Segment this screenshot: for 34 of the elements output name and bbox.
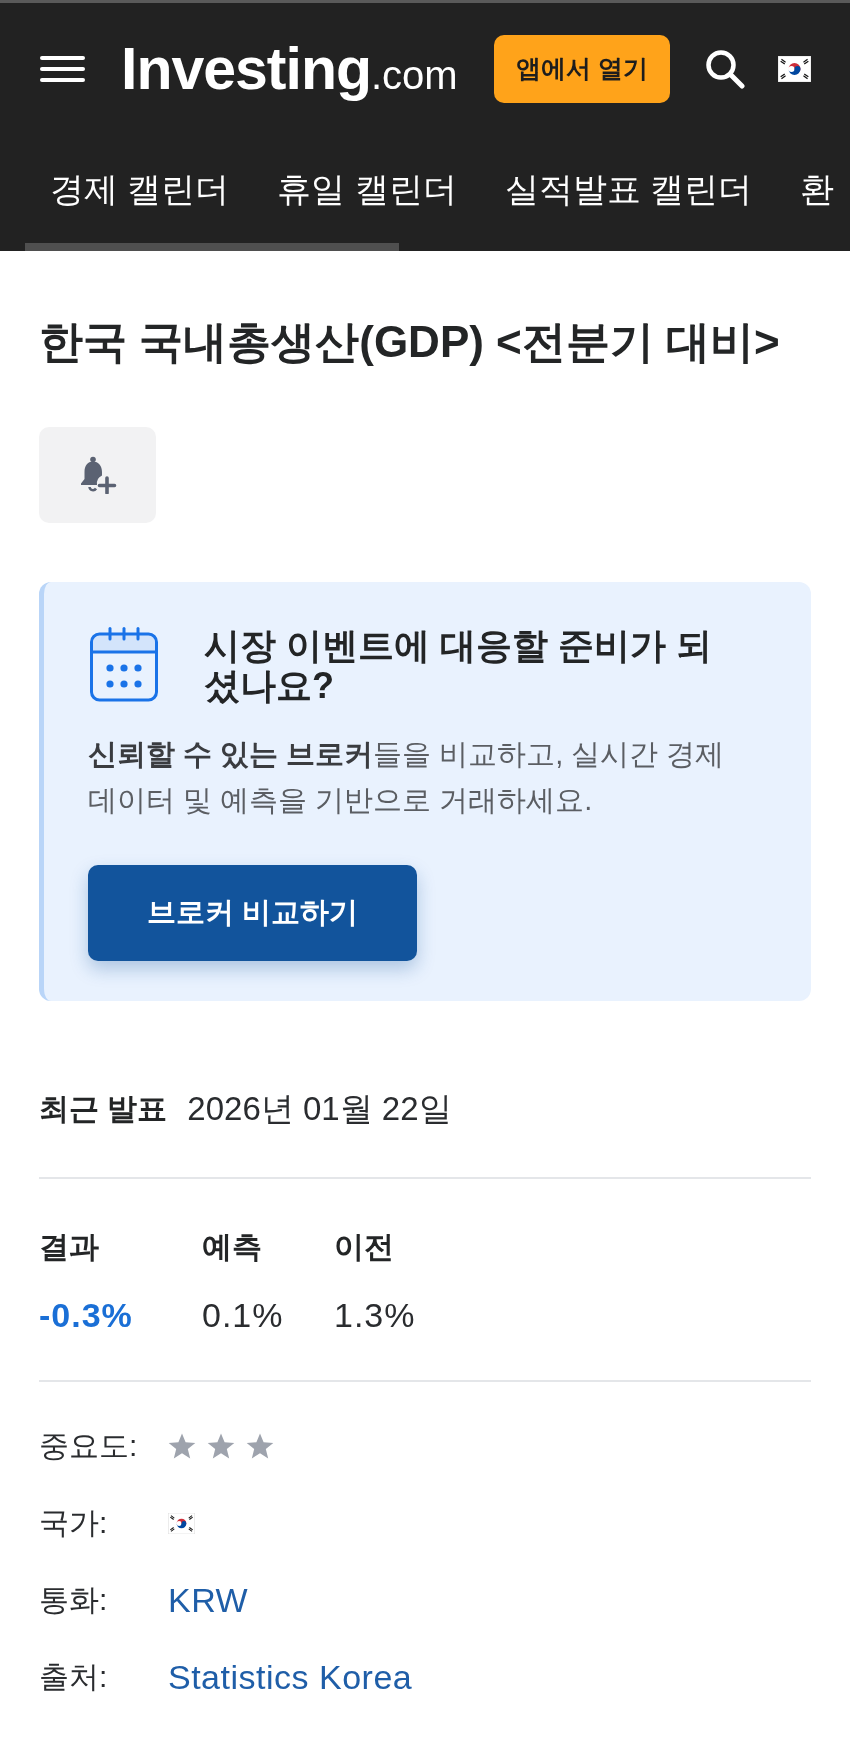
star-icon xyxy=(246,1432,274,1460)
figure-value: 0.1% xyxy=(202,1295,285,1335)
star-icon xyxy=(207,1432,235,1460)
add-alert-button[interactable] xyxy=(39,427,156,523)
open-app-button[interactable]: 앱에서 열기 xyxy=(494,35,670,103)
detail-link[interactable]: KRW xyxy=(168,1580,249,1620)
figure-value: -0.3% xyxy=(39,1295,134,1335)
nav-tab[interactable]: 휴일 캘린더 xyxy=(277,168,457,210)
flag-icon[interactable] xyxy=(778,56,811,82)
detail-link[interactable]: Statistics Korea xyxy=(168,1657,413,1697)
scrollbar-thumb[interactable] xyxy=(25,243,399,251)
figure-label: 결과 xyxy=(39,1229,100,1265)
compare-brokers-button[interactable]: 브로커 비교하기 xyxy=(88,865,417,961)
promo-heading: 시장 이벤트에 대응할 준비가 되셨나요? xyxy=(204,626,713,706)
figure-value: 1.3% xyxy=(334,1295,417,1335)
nav-tab[interactable]: 실적발표 캘린더 xyxy=(504,168,753,210)
detail-label: 국가: xyxy=(39,1505,109,1541)
release-date: 2026년 01월 22일 xyxy=(187,1089,452,1129)
detail-label: 중요도: xyxy=(39,1428,139,1464)
menu-icon[interactable] xyxy=(40,56,85,82)
nav-tab[interactable]: 환 xyxy=(800,168,835,210)
figure-label: 예측 xyxy=(202,1229,263,1265)
figure-label: 이전 xyxy=(334,1229,395,1265)
nav-tab[interactable]: 경제 캘린더 xyxy=(50,168,230,210)
flag-icon xyxy=(168,1512,195,1534)
calendar-icon xyxy=(88,627,160,702)
detail-label: 통화: xyxy=(39,1582,109,1618)
star-icon xyxy=(168,1432,196,1460)
promo-text: 신뢰할 수 있는 브로커들을 비교하고, 실시간 경제 데이터 및 예측을 기반으로 거래하세요. xyxy=(88,737,726,818)
search-icon[interactable] xyxy=(705,49,745,89)
detail-label: 출처: xyxy=(39,1659,109,1695)
release-label: 최근 발표 xyxy=(39,1091,168,1127)
site-logo[interactable]: Investing.com xyxy=(121,39,458,99)
page-title: 한국 국내총생산(GDP) <전분기 대비> xyxy=(39,316,781,368)
